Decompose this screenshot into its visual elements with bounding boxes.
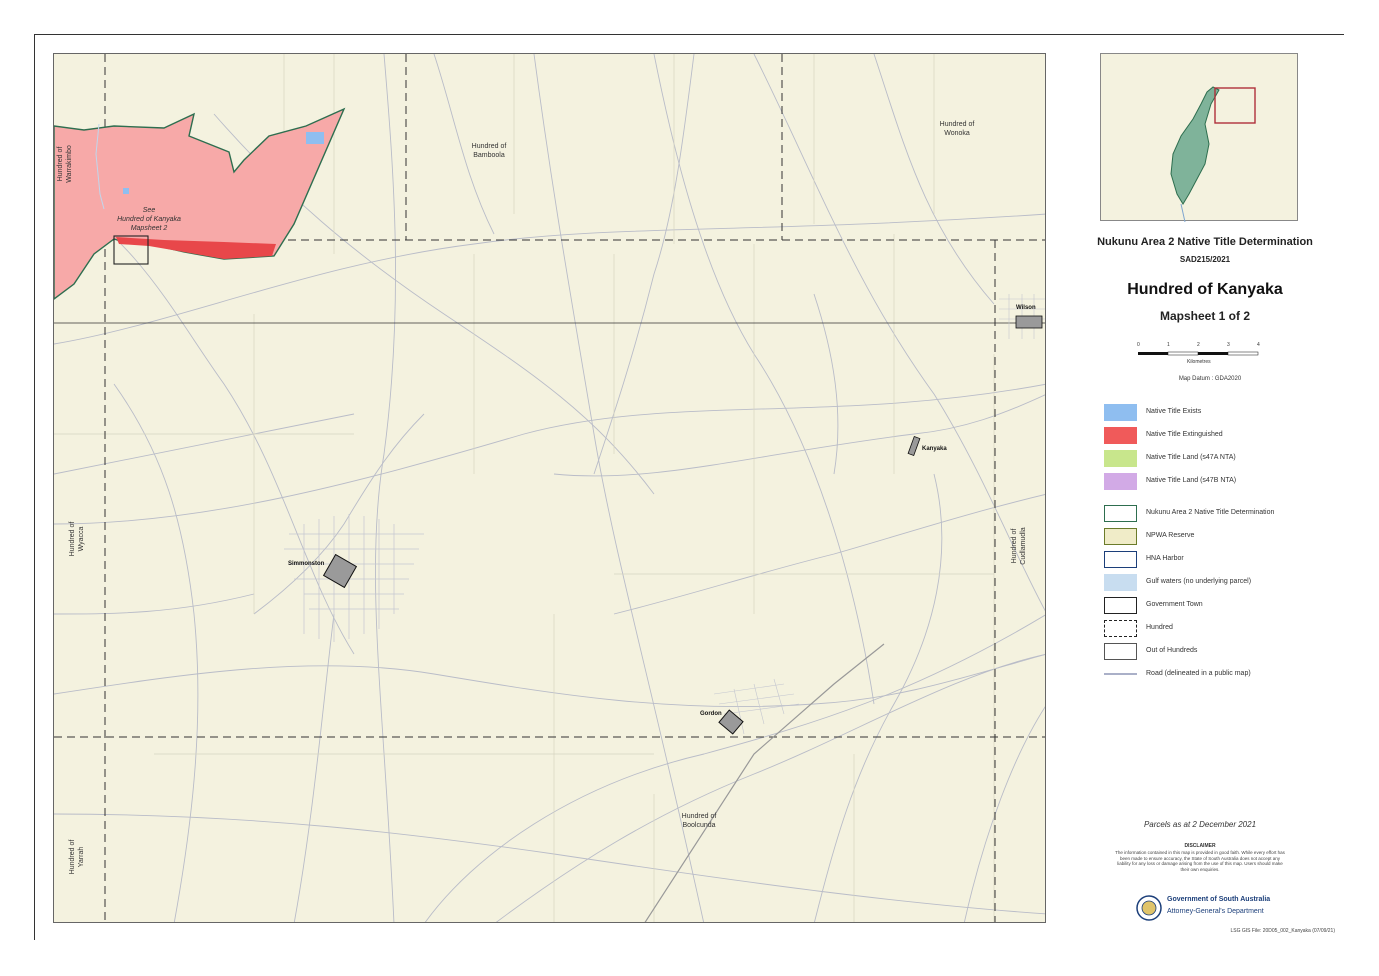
sa-crest-icon [1136,895,1162,921]
legend-swatch-10 [1104,643,1137,660]
legend-swatch-3 [1104,473,1137,490]
legend-label: Native Title Extinguished [1146,431,1223,438]
legend-label: Native Title Land (s47A NTA) [1146,454,1236,461]
see-mapsheet-2-note[interactable]: See Hundred of Kanyaka Mapsheet 2 [104,206,194,233]
inset-gulf-line [1180,203,1186,223]
kanyaka-govt-town[interactable] [907,436,921,456]
legend-swatch-9 [1104,620,1137,637]
legend-swatch-11 [1104,673,1137,675]
inset-extent-box [1214,87,1256,124]
legend-label: HNA Harbor [1146,555,1184,562]
legend-row: HNA Harbor [1104,551,1334,569]
legend-row: Road (delineated in a public map) [1104,666,1334,684]
parcels-date-note: Parcels as at 2 December 2021 [1143,820,1257,829]
scale-tick-1: 1 [1167,342,1170,348]
native-title-exists-parcel-small[interactable] [123,188,129,194]
legend-label: Out of Hundreds [1146,647,1198,654]
label-boolcunda: Hundred of Boolcunda [681,813,717,829]
legend-row: NPWA Reserve [1104,528,1334,546]
legend-row: Government Town [1104,597,1334,615]
government-name: Government of South Australia [1167,896,1271,903]
town-wilson[interactable]: Wilson [1016,305,1036,311]
town-gordon[interactable]: Gordon [700,711,722,717]
locator-inset-map [1100,53,1298,223]
mapsheet-label: Mapsheet 1 of 2 [1159,309,1251,323]
legend-label: Native Title Exists [1146,408,1202,415]
map-svg [54,54,1045,922]
inset-svg [1170,86,1256,223]
inset-determination-outline [1170,86,1220,205]
scale-tick-2: 2 [1197,342,1200,348]
legend-swatch-6 [1104,551,1137,568]
legend-label: Hundred [1146,624,1173,631]
legend-row: Nukunu Area 2 Native Title Determination [1104,505,1334,523]
simmonston-town-grid [284,514,424,642]
hundred-title: Hundred of Kanyaka [1127,281,1283,298]
legend-row: Gulf waters (no underlying parcel) [1104,574,1334,592]
town-kanyaka[interactable]: Kanyaka [922,446,947,452]
government-logo-block: Government of South Australia Attorney-G… [1135,894,1285,924]
legend-label: Government Town [1146,601,1203,608]
label-cudlamudla: Hundred of Cudlamudla [1011,527,1027,565]
town-simmonston[interactable]: Simmonston [288,561,324,567]
determination-title: Nukunu Area 2 Native Title Determination [1097,236,1313,248]
department-name: Attorney-General's Department [1167,908,1264,915]
case-number: SAD215/2021 [1179,255,1231,264]
simmonston-govt-town[interactable] [322,553,358,589]
label-wyacca: Hundred of Wyacca [69,521,85,557]
legend-row: Native Title Exists [1104,404,1334,422]
scale-unit: Kilometres [1187,359,1211,365]
file-reference: LSG GIS File: 20D05_002_Kanyaka (07/09/2… [1230,928,1335,934]
disclaimer-body: The information contained in this map is… [1115,850,1285,872]
label-wonoka: Hundred of Wonoka [939,121,975,137]
legend-row: Native Title Land (s47A NTA) [1104,450,1334,468]
legend-label: NPWA Reserve [1146,532,1195,539]
scale-tick-4: 4 [1257,342,1260,348]
legend-swatch-4 [1104,505,1137,522]
scale-tick-3: 3 [1227,342,1230,348]
legend-label: Gulf waters (no underlying parcel) [1146,578,1252,585]
legend-swatch-0 [1104,404,1137,421]
legend-swatch-5 [1104,528,1137,545]
label-warrakimbo: Hundred of Warrakimbo [57,145,73,183]
legend-swatch-2 [1104,450,1137,467]
legend-label: Native Title Land (s47B NTA) [1146,477,1237,484]
legend-row: Native Title Land (s47B NTA) [1104,473,1334,491]
label-yarrah: Hundred of Yarrah [69,839,85,875]
legend-swatch-8 [1104,597,1137,614]
legend-row: Native Title Extinguished [1104,427,1334,445]
legend-row: Out of Hundreds [1104,643,1334,661]
map-datum: Map Datum : GDA2020 [1178,376,1242,382]
legend-swatch-7 [1104,574,1137,591]
disclaimer-title: DISCLAIMER [1184,843,1216,849]
main-map[interactable]: Hundred of Bamboola Hundred of Wonoka Hu… [53,53,1046,923]
label-bamboola: Hundred of Bamboola [471,143,507,159]
legend-label: Road (delineated in a public map) [1146,670,1251,677]
legend-label: Nukunu Area 2 Native Title Determination [1146,509,1275,516]
railway-line [644,643,885,922]
legend-swatch-1 [1104,427,1137,444]
native-title-exists-parcel[interactable] [306,132,324,144]
scale-tick-0: 0 [1137,342,1140,348]
legend-row: Hundred [1104,620,1334,638]
wilson-govt-town[interactable] [1015,315,1043,329]
